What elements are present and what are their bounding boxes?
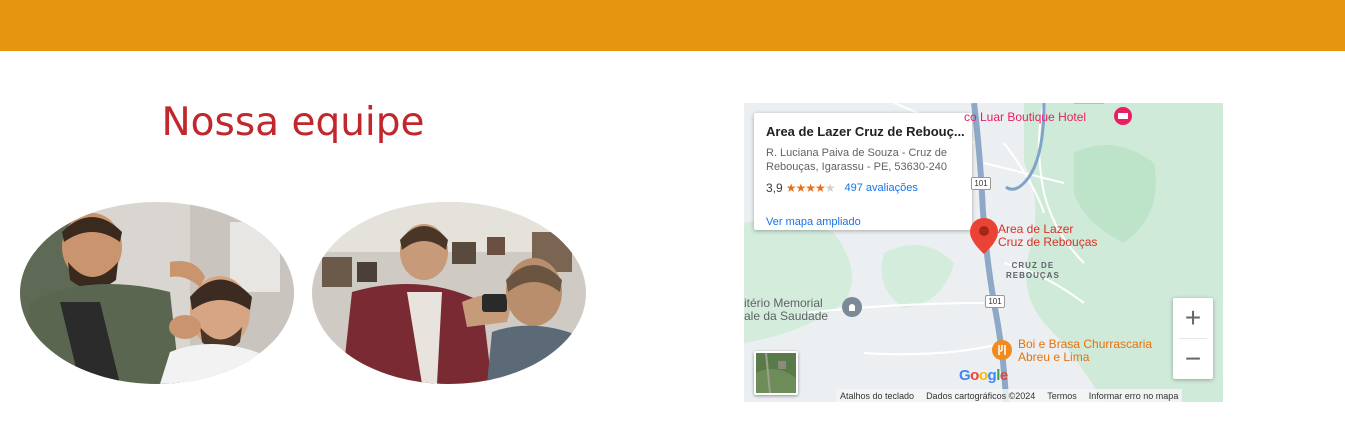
google-logo-letter: G: [959, 367, 971, 384]
hotel-icon[interactable]: [1114, 107, 1132, 125]
satellite-toggle-button[interactable]: [754, 351, 798, 395]
reviews-link[interactable]: 497 avaliações: [844, 182, 917, 194]
place-rating: 3,9 ★★★★★ 497 avaliações: [766, 181, 918, 195]
google-logo-letter: o: [970, 367, 979, 384]
header-bar: [0, 0, 1345, 51]
terms-link[interactable]: Termos: [1047, 391, 1077, 401]
map-data-attribution: Dados cartográficos ©2024: [926, 390, 1036, 401]
team-photo-1: [20, 202, 294, 384]
place-marker-label[interactable]: Area de Lazer Cruz de Rebouças: [998, 223, 1097, 249]
place-title: Area de Lazer Cruz de Rebouç...: [766, 124, 965, 139]
zoom-out-button[interactable]: −: [1173, 339, 1213, 379]
google-logo: Google: [959, 367, 1008, 384]
district-label: CRUZ DE REBOUÇAS: [1006, 261, 1060, 280]
place-marker-text: Area de Lazer Cruz de Rebouças: [998, 222, 1098, 249]
zoom-controls: + −: [1173, 298, 1213, 379]
embedded-map[interactable]: Area de Lazer Cruz de Rebouç... R. Lucia…: [744, 103, 1223, 402]
keyboard-shortcuts-link[interactable]: Atalhos do teclado: [840, 391, 914, 401]
restaurant-label[interactable]: Boi e Brasa Churrascaria Abreu e Lima: [1018, 338, 1152, 364]
hotel-label[interactable]: co Luar Boutique Hotel: [964, 111, 1086, 124]
cemetery-icon[interactable]: [842, 297, 862, 317]
google-logo-letter: g: [987, 367, 997, 384]
cemetery-label[interactable]: itério Memorial ale da Saudade: [744, 297, 828, 323]
place-info-card: Area de Lazer Cruz de Rebouç... R. Lucia…: [754, 113, 972, 230]
larger-map-link[interactable]: Ver mapa ampliado: [766, 216, 861, 228]
google-logo-letter: e: [999, 367, 1008, 384]
restaurant-icon[interactable]: [992, 340, 1012, 360]
rating-value: 3,9: [766, 181, 783, 195]
place-address: R. Luciana Paiva de Souza - Cruz de Rebo…: [766, 147, 948, 173]
report-error-link[interactable]: Informar erro no mapa: [1089, 391, 1179, 401]
highway-shield-1: 101: [971, 177, 991, 190]
rating-stars-icon: ★★★★★: [785, 181, 836, 195]
map-footer: Atalhos do teclado Dados cartográficos ©…: [836, 389, 1183, 402]
location-pin-icon[interactable]: [970, 218, 998, 259]
highway-shield-2: 101: [985, 295, 1005, 308]
google-logo-letter: o: [978, 367, 988, 384]
zoom-in-button[interactable]: +: [1173, 298, 1213, 338]
team-photo-2: [312, 202, 586, 384]
section-title: Nossa equipe: [161, 100, 425, 145]
